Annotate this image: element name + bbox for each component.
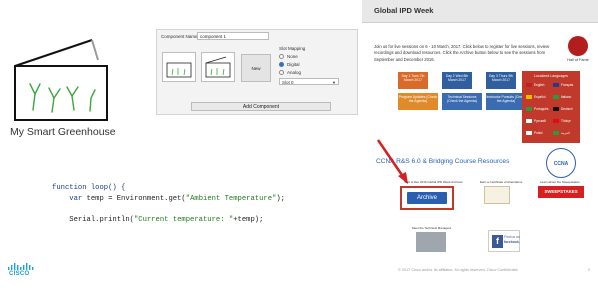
- tile-technical-sessions[interactable]: Technical Sessions (Check the Agenda): [442, 93, 482, 110]
- language-label: Deutsch: [561, 107, 573, 111]
- ipd-week-slide: Global IPD Week Join us for live session…: [362, 0, 598, 291]
- language-label: Français: [561, 83, 574, 87]
- flag-icon: [526, 95, 532, 99]
- intro-text: Join us for live sessions on 6 - 10 Marc…: [374, 44, 550, 62]
- archive-highlight-box: Archive: [400, 186, 454, 210]
- slot-mapping-title: Slot Mapping: [279, 46, 306, 51]
- code-keyword-var: var: [69, 194, 83, 203]
- slot-mapping-group: Slot Mapping None Digital Analog Slot 0 ▼: [279, 46, 353, 85]
- language-item[interactable]: Deutsch: [553, 107, 573, 111]
- greenhouse-title: My Smart Greenhouse: [10, 126, 116, 138]
- radio-none-label: None: [287, 54, 298, 59]
- language-item[interactable]: Português: [526, 107, 549, 111]
- language-item[interactable]: Español: [526, 95, 546, 99]
- radio-none[interactable]: None: [279, 54, 353, 59]
- language-item[interactable]: Polski: [526, 131, 543, 135]
- flag-icon: [526, 131, 532, 135]
- radio-none-dot[interactable]: [279, 54, 284, 59]
- sweepstakes-button[interactable]: SWEEPSTAKES: [538, 186, 584, 198]
- language-item[interactable]: Русский: [526, 119, 546, 123]
- component-thumbnail-2[interactable]: [201, 52, 235, 82]
- radio-analog[interactable]: Analog: [279, 70, 353, 75]
- tile-day-3[interactable]: Day 3 Thurs 9th March 2017: [486, 72, 516, 89]
- radio-analog-dot[interactable]: [279, 70, 284, 75]
- hall-of-fame-label: Hall of Fame: [567, 58, 589, 62]
- languages-title: Localized Languages: [534, 74, 568, 78]
- slide-title: Global IPD Week: [374, 6, 434, 15]
- copyright-text: © 2017 Cisco and/or its affiliates. All …: [398, 268, 518, 272]
- flag-icon: [526, 119, 532, 123]
- radio-digital-label: Digital: [287, 62, 300, 67]
- flag-icon: [526, 83, 532, 87]
- cisco-logo-icon: [8, 263, 34, 270]
- language-label: English: [534, 83, 545, 87]
- flag-icon: [526, 107, 532, 111]
- radio-analog-label: Analog: [287, 70, 302, 75]
- flag-icon: [553, 119, 559, 123]
- certificate-thumbnail[interactable]: [484, 186, 510, 204]
- language-item[interactable]: Français: [553, 83, 573, 87]
- sweepstakes-caption: Learn about the Sweepstakes: [540, 180, 580, 184]
- language-label: Русский: [534, 119, 546, 123]
- managers-photo[interactable]: [416, 232, 446, 252]
- hall-of-fame-icon[interactable]: [568, 36, 588, 56]
- add-component-button[interactable]: Add Component: [191, 102, 331, 111]
- slot-select-value: Slot 0: [282, 80, 294, 85]
- archive-button[interactable]: Archive: [407, 192, 447, 204]
- code-line-2: temp = Environment.get(: [82, 194, 186, 203]
- language-item[interactable]: Italiano: [553, 95, 571, 99]
- component-panel: Component Name: component 1 New Slot Map…: [156, 29, 358, 115]
- facebook-line-2: facebook.: [504, 239, 520, 244]
- managers-caption: Meet the Technical Managers: [412, 226, 452, 230]
- language-label: Türkçe: [561, 119, 571, 123]
- facebook-line-1: Find us on: [504, 235, 520, 239]
- new-component-button[interactable]: New: [241, 54, 271, 82]
- language-label: Italiano: [561, 95, 572, 99]
- flag-icon: [553, 107, 559, 111]
- component-name-label: Component Name:: [161, 34, 199, 39]
- radio-digital[interactable]: Digital: [279, 62, 353, 67]
- language-item[interactable]: English: [526, 83, 544, 87]
- slide-header: Global IPD Week: [362, 0, 598, 23]
- code-line-3-end: +temp);: [233, 215, 264, 224]
- certificate-caption: Earn a Certificate of Attendance: [480, 180, 523, 184]
- flag-icon: [553, 95, 559, 99]
- component-name-input[interactable]: component 1: [197, 32, 269, 40]
- language-label: العربية: [561, 131, 570, 135]
- language-label: Português: [534, 107, 549, 111]
- code-string-current: "Current temperature: ": [133, 215, 234, 224]
- tile-program-updates[interactable]: Program Updates (Check the Agenda): [398, 93, 438, 110]
- localized-languages-panel: Localized Languages English Français Esp…: [522, 71, 580, 143]
- greenhouse-sketch-image: [14, 39, 108, 121]
- code-line-2-end: );: [276, 194, 285, 203]
- flag-icon: [553, 83, 559, 87]
- code-block: function loop() { var temp = Environment…: [52, 183, 285, 225]
- language-item[interactable]: العربية: [553, 131, 570, 135]
- archive-caption: Sept & Dec 2016 Global IPD Week Archives: [404, 180, 463, 184]
- tile-day-1[interactable]: Day 1 Tues 7th March 2017: [398, 72, 428, 89]
- language-label: Español: [534, 95, 546, 99]
- component-thumbnail-1[interactable]: [162, 52, 196, 82]
- cisco-wordmark: CISCO: [9, 271, 30, 277]
- slide-number: 2: [588, 268, 591, 272]
- flag-icon: [553, 131, 559, 135]
- red-arrow-icon: [376, 139, 408, 184]
- tile-day-2[interactable]: Day 2 Wed 8th March 2017: [442, 72, 472, 89]
- chevron-down-icon: ▼: [332, 80, 336, 85]
- language-label: Polski: [534, 131, 543, 135]
- tile-instructor-pursuits[interactable]: Instructor Pursuits (Check the Agenda): [486, 93, 526, 110]
- slot-select[interactable]: Slot 0 ▼: [279, 78, 339, 85]
- ccna-badge-icon: CCNA: [546, 148, 576, 178]
- code-line-3: Serial.println(: [69, 215, 134, 224]
- facebook-icon: f: [492, 235, 503, 248]
- code-string-ambient: "Ambient Temperature": [185, 194, 277, 203]
- facebook-badge[interactable]: f Find us on facebook.: [488, 230, 520, 252]
- code-line-1: function loop() {: [52, 184, 126, 192]
- language-item[interactable]: Türkçe: [553, 119, 571, 123]
- radio-digital-dot[interactable]: [279, 62, 284, 67]
- facebook-text: Find us on facebook.: [504, 235, 520, 244]
